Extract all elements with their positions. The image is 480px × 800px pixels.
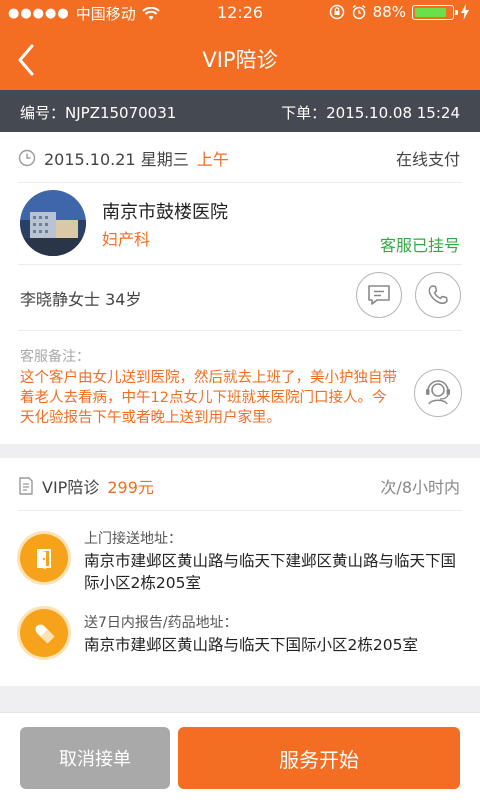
service-card: VIP陪诊 299元 次/8小时内 上门接送地址： 南京市建邺区黄山路与临天下建… [0,458,480,686]
note-text: 这个客户由女儿送到医院，然后就去上班了，美小护独自带着老人去看病，中午12点女儿… [20,370,397,426]
appointment-card: 2015.10.21 星期三 上午 在线支付 南京市鼓楼医院 妇产科 客服已挂号… [0,132,480,444]
service-name: VIP陪诊 [42,478,100,497]
battery-level [415,7,446,17]
registration-status: 客服已挂号 [379,236,460,255]
divider [18,330,462,331]
battery-icon [412,4,458,20]
appointment-period: 上午 [196,150,229,169]
appointment-date: 2015.10.21 星期三 [44,150,189,169]
order-number: 编号：NJPZ15070031 [20,104,177,122]
pickup-door-icon [20,534,68,582]
order-time: 下单：2015.10.08 15:24 [281,104,460,122]
service-row: VIP陪诊 299元 [18,474,154,498]
phone-icon [428,285,448,305]
status-bar: ●●●●● 中国移动 12:26 88% [0,0,480,26]
service-price: 299元 [107,478,154,497]
department: 妇产科 [102,230,151,249]
pickup-address: 南京市建邺区黄山路与临天下建邺区黄山路与临天下国际小区2栋205室 [84,552,457,592]
patient-info: 李晓静女士 34岁 [20,290,142,309]
chat-icon [368,285,390,305]
appointment-date-row: 2015.10.21 星期三 上午 [18,146,229,170]
divider [18,182,462,183]
payment-method: 在线支付 [395,150,460,169]
bottom-action-bar: 取消接单 服务开始 [0,712,480,800]
charging-icon [461,4,469,20]
order-info-bar: 编号：NJPZ15070031 下单：2015.10.08 15:24 [0,90,480,132]
clock-icon [18,149,36,167]
divider [18,510,462,511]
battery-percent: 88% [372,3,406,21]
delivery-label: 送7日内报告/药品地址： [84,615,238,631]
service-unit: 次/8小时内 [380,478,460,497]
start-service-button[interactable]: 服务开始 [178,727,460,789]
delivery-address: 南京市建邺区黄山路与临天下国际小区2栋205室 [84,636,418,654]
hospital-photo [20,190,86,256]
app-header: ●●●●● 中国移动 12:26 88% VIP陪诊 [0,0,480,90]
hospital-name: 南京市鼓楼医院 [102,202,228,223]
message-button[interactable] [356,272,402,318]
divider [18,264,462,265]
page-title: VIP陪诊 [202,48,278,72]
medicine-pill-icon [20,609,68,657]
cancel-order-button[interactable]: 取消接单 [20,727,170,789]
status-right: 88% [329,3,470,21]
document-icon [19,477,33,495]
call-button[interactable] [415,272,461,318]
note-label: 客服备注： [20,349,90,365]
customer-service-button[interactable] [414,369,462,417]
pickup-label: 上门接送地址： [84,531,182,547]
alarm-icon [352,4,366,20]
orientation-lock-icon [329,4,344,20]
customer-service-icon [426,380,450,405]
